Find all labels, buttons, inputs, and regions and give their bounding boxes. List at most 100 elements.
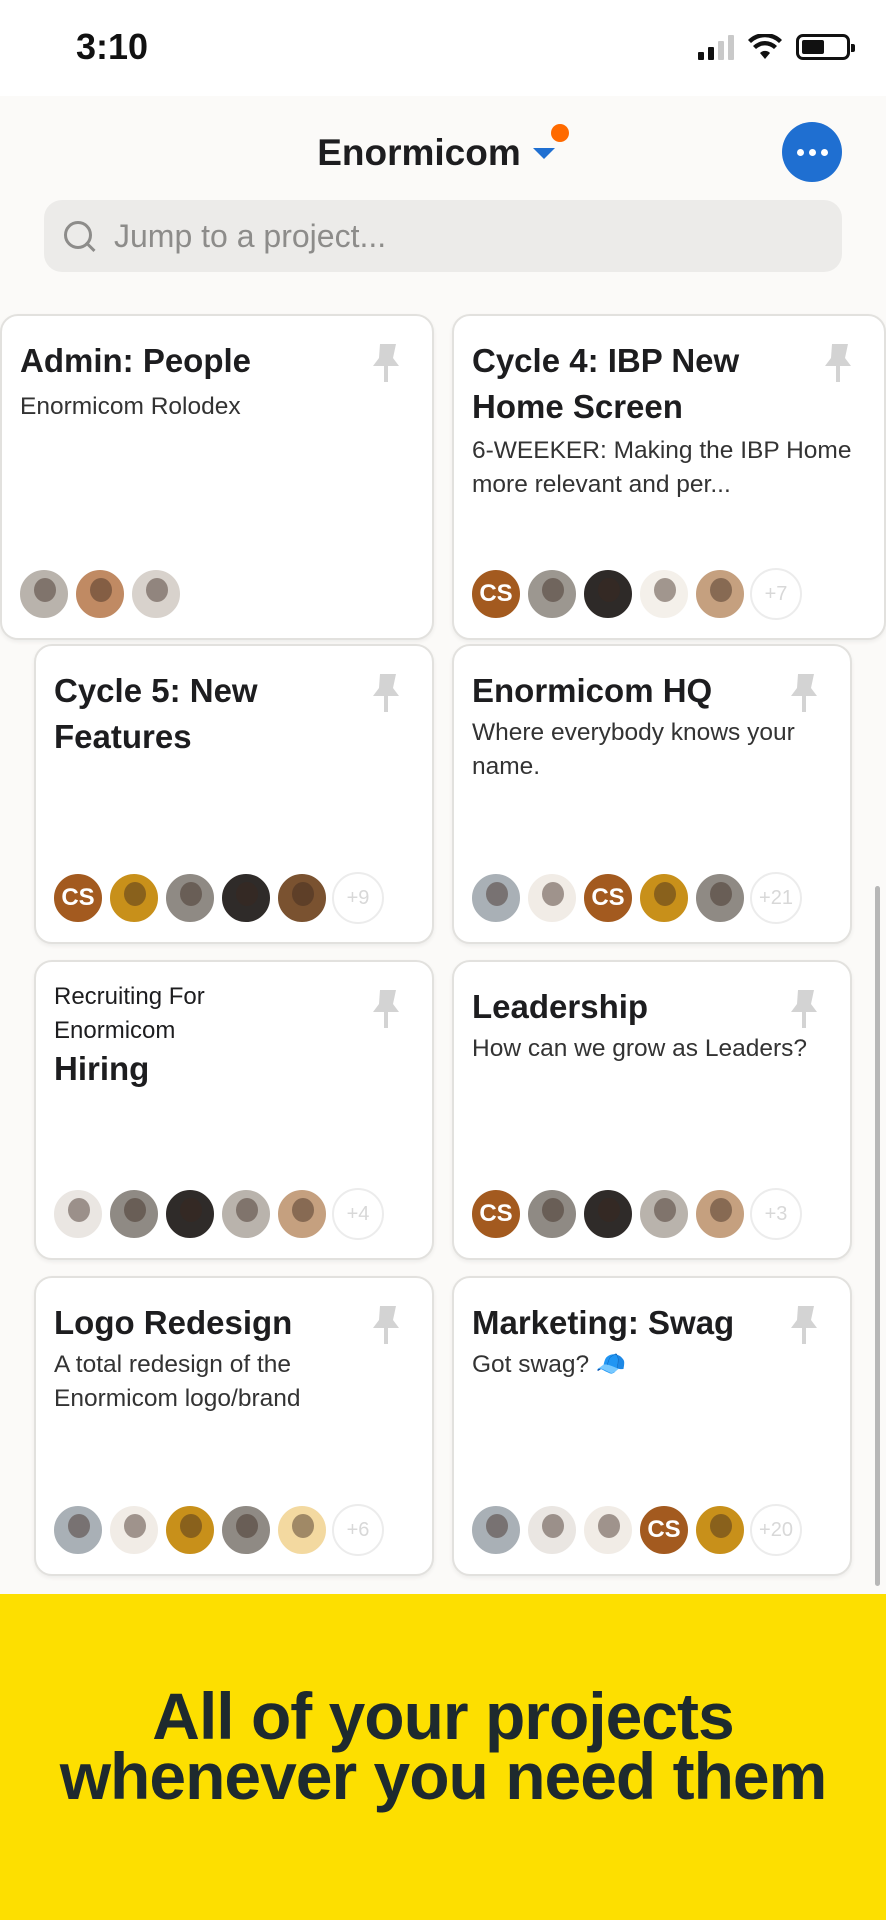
card-description: 6-WEEKER: Making the IBP Home more relev… xyxy=(472,437,852,498)
card-title: Leadership xyxy=(472,988,649,1025)
project-search[interactable] xyxy=(44,200,842,272)
project-card-hiring[interactable]: Recruiting For Enormicom Hiring +4 xyxy=(34,960,434,1260)
pin-icon[interactable] xyxy=(366,1302,406,1346)
avatar xyxy=(470,872,522,924)
avatar-initials: CS xyxy=(582,872,634,924)
member-avatars: CS +3 xyxy=(470,1188,802,1240)
pin-icon[interactable] xyxy=(818,340,858,384)
avatar xyxy=(470,1504,522,1556)
project-card-leadership[interactable]: Leadership How can we grow as Leaders? C… xyxy=(452,960,852,1260)
account-name: Enormicom xyxy=(317,132,521,173)
pin-icon[interactable] xyxy=(366,340,406,384)
chevron-down-icon xyxy=(532,147,555,159)
avatar xyxy=(18,568,70,620)
account-switcher[interactable]: Enormicom xyxy=(0,124,886,174)
member-avatars: CS +9 xyxy=(52,872,384,924)
promo-headline: All of your projects whenever you need t… xyxy=(0,1679,886,1813)
more-members-count: +4 xyxy=(332,1188,384,1240)
card-title: Enormicom HQ xyxy=(472,672,713,709)
avatar xyxy=(694,1188,746,1240)
member-avatars: +6 xyxy=(52,1504,384,1556)
avatar xyxy=(52,1188,104,1240)
avatar xyxy=(526,1504,578,1556)
project-card-enormicom-hq[interactable]: Enormicom HQ Where everybody knows your … xyxy=(452,644,852,944)
card-description: Enormicom Rolodex xyxy=(20,393,241,420)
avatar xyxy=(638,568,690,620)
promo-banner: All of your projects whenever you need t… xyxy=(0,1594,886,1920)
more-members-count: +3 xyxy=(750,1188,802,1240)
card-title: Admin: People xyxy=(20,342,252,379)
status-time: 3:10 xyxy=(76,26,149,67)
avatar-initials: CS xyxy=(470,1188,522,1240)
wifi-icon xyxy=(748,34,782,59)
project-card-cycle-5[interactable]: Cycle 5: New Features CS +9 xyxy=(34,644,434,944)
pin-icon[interactable] xyxy=(784,986,824,1030)
avatar-initials: CS xyxy=(52,872,104,924)
pin-icon[interactable] xyxy=(366,986,406,1030)
avatar xyxy=(164,872,216,924)
notification-dot xyxy=(550,124,569,142)
avatar xyxy=(220,1188,272,1240)
pin-icon[interactable] xyxy=(784,670,824,714)
member-avatars xyxy=(18,568,182,620)
avatar xyxy=(164,1188,216,1240)
projects-screen: Enormicom Admin: People Enormicom Rolode… xyxy=(0,96,886,1596)
cellular-signal-icon xyxy=(698,34,734,60)
card-description: Where everybody knows your name. xyxy=(472,719,795,780)
avatar xyxy=(694,1504,746,1556)
card-title: Logo Redesign xyxy=(54,1304,293,1341)
more-members-count: +20 xyxy=(750,1504,802,1556)
avatar xyxy=(130,568,182,620)
more-options-button[interactable] xyxy=(782,122,842,182)
more-members-count: +21 xyxy=(750,872,802,924)
project-card-cycle-4[interactable]: Cycle 4: IBP New Home Screen 6-WEEKER: M… xyxy=(452,314,886,640)
avatar xyxy=(276,1504,328,1556)
status-icons xyxy=(698,34,855,60)
status-bar: 3:10 xyxy=(0,0,886,96)
avatar xyxy=(694,568,746,620)
more-members-count: +7 xyxy=(750,568,802,620)
avatar xyxy=(638,1188,690,1240)
avatar xyxy=(276,872,328,924)
avatar xyxy=(108,1504,160,1556)
member-avatars: CS +21 xyxy=(470,872,802,924)
avatar xyxy=(526,1188,578,1240)
promo-line-2: whenever you need them xyxy=(59,1739,828,1813)
search-input[interactable] xyxy=(114,217,814,255)
scrollbar[interactable] xyxy=(875,886,880,1586)
avatar xyxy=(108,1188,160,1240)
pin-icon[interactable] xyxy=(366,670,406,714)
avatar xyxy=(164,1504,216,1556)
avatar xyxy=(220,1504,272,1556)
avatar xyxy=(52,1504,104,1556)
avatar xyxy=(582,1504,634,1556)
promo-line-1: All of your projects xyxy=(152,1679,734,1753)
avatar xyxy=(638,872,690,924)
avatar xyxy=(276,1188,328,1240)
member-avatars: CS +7 xyxy=(470,568,802,620)
avatar-initials: CS xyxy=(638,1504,690,1556)
member-avatars: +4 xyxy=(52,1188,384,1240)
card-title: Hiring xyxy=(54,1050,150,1087)
project-card-admin-people[interactable]: Admin: People Enormicom Rolodex xyxy=(0,314,434,640)
card-title: Cycle 5: New Features xyxy=(54,672,258,755)
avatar xyxy=(74,568,126,620)
avatar xyxy=(108,872,160,924)
project-card-marketing-swag[interactable]: Marketing: Swag Got swag? 🧢 CS +20 xyxy=(452,1276,852,1576)
card-description: How can we grow as Leaders? xyxy=(472,1035,808,1062)
avatar-initials: CS xyxy=(470,568,522,620)
card-description: Got swag? 🧢 xyxy=(472,1351,627,1378)
ellipsis-icon xyxy=(796,148,804,156)
pin-icon[interactable] xyxy=(784,1302,824,1346)
avatar xyxy=(526,872,578,924)
search-icon xyxy=(62,219,96,253)
project-card-logo-redesign[interactable]: Logo Redesign A total redesign of the En… xyxy=(34,1276,434,1576)
avatar xyxy=(582,568,634,620)
card-title: Cycle 4: IBP New Home Screen xyxy=(472,342,740,425)
avatar xyxy=(526,568,578,620)
member-avatars: CS +20 xyxy=(470,1504,802,1556)
card-title: Marketing: Swag xyxy=(472,1304,735,1341)
avatar xyxy=(220,872,272,924)
more-members-count: +6 xyxy=(332,1504,384,1556)
avatar xyxy=(694,872,746,924)
